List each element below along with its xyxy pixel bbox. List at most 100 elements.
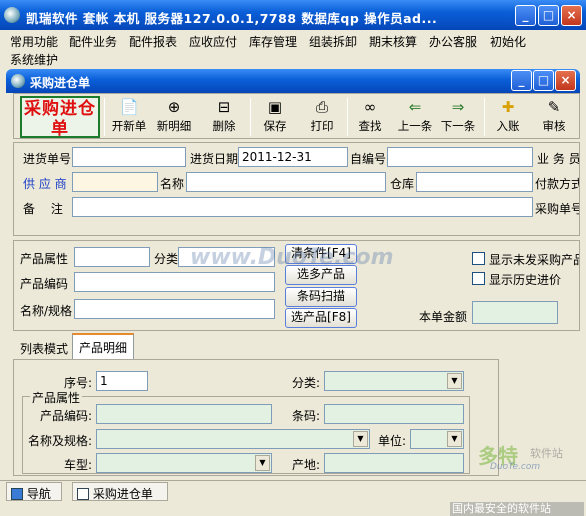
- save-button[interactable]: ▣ 保存: [255, 96, 295, 138]
- close-button[interactable]: ×: [561, 5, 582, 26]
- chevron-down-icon[interactable]: ▼: [447, 431, 462, 447]
- detail-name-spec-label: 名称及规格:: [28, 434, 93, 448]
- warehouse-field[interactable]: [416, 172, 533, 192]
- menu-inventory[interactable]: 库存管理: [249, 33, 297, 50]
- new-order-label: 开新单: [111, 119, 147, 133]
- new-detail-icon: ⊕: [167, 98, 181, 116]
- header-form-panel: 进货单号 进货日期 2011-12-31 自编号 业 务 员 供 应 商 名称 …: [13, 142, 580, 236]
- barcode-label: 条码:: [292, 409, 321, 423]
- post-button[interactable]: ✚ 入账: [490, 96, 526, 138]
- nav-tab-label: 导航: [26, 487, 51, 501]
- remark-field[interactable]: [72, 197, 533, 217]
- filter-attr-label: 产品属性: [20, 252, 69, 266]
- detail-category-select[interactable]: ▼: [324, 371, 464, 391]
- binoculars-icon: ∞: [363, 98, 377, 116]
- product-attr-group-label: 产品属性: [30, 389, 83, 406]
- date-field[interactable]: 2011-12-31: [238, 147, 348, 167]
- delete-label: 删除: [212, 119, 236, 133]
- next-button[interactable]: ⇒ 下一条: [436, 96, 480, 138]
- warehouse-label: 仓库: [390, 177, 415, 191]
- maximize-button[interactable]: □: [538, 5, 559, 26]
- app-title: 凯瑞软件 套帐 本机 服务器127.0.0.1,7788 数据库qp 操作员ad…: [26, 11, 438, 26]
- supplier-field[interactable]: [72, 172, 158, 192]
- brand-sub-watermark: 软件站: [530, 447, 563, 460]
- new-doc-icon: 📄: [120, 98, 139, 116]
- menu-system[interactable]: 系统维护: [10, 51, 58, 68]
- new-detail-button[interactable]: ⊕ 新明细: [152, 96, 196, 138]
- toolbar-separator: [484, 98, 485, 136]
- new-detail-label: 新明细: [156, 119, 192, 133]
- brand-url-watermark: DuoTe.com: [490, 462, 541, 472]
- name-field[interactable]: [186, 172, 386, 192]
- chevron-down-icon[interactable]: ▼: [255, 455, 270, 471]
- child-minimize-button[interactable]: _: [511, 70, 532, 91]
- menu-parts-report[interactable]: 配件报表: [129, 33, 177, 50]
- delete-button[interactable]: ⊟ 删除: [204, 96, 244, 138]
- chevron-down-icon[interactable]: ▼: [353, 431, 368, 447]
- filter-category-label: 分类: [154, 252, 179, 266]
- unit-select[interactable]: ▼: [410, 429, 464, 449]
- child-close-button[interactable]: ×: [555, 70, 576, 91]
- origin-label: 产地:: [292, 458, 321, 472]
- purchase-order-label: 采购单号: [535, 202, 579, 216]
- next-label: 下一条: [440, 119, 476, 133]
- tab-product-detail[interactable]: 产品明细: [72, 333, 134, 359]
- order-no-field[interactable]: [72, 147, 186, 167]
- filter-code-field[interactable]: [74, 272, 275, 292]
- origin-field[interactable]: [324, 453, 464, 473]
- window-icon: [77, 488, 89, 500]
- audit-button[interactable]: ✎ 审核: [536, 96, 572, 138]
- amount-label: 本单金额: [419, 310, 468, 324]
- slogan-watermark: 国内最安全的软件站: [450, 502, 584, 516]
- salesman-label: 业 务 员: [537, 152, 579, 166]
- delete-icon: ⊟: [217, 98, 231, 116]
- nav-icon: [11, 488, 23, 500]
- model-select[interactable]: ▼: [96, 453, 272, 473]
- seq-field[interactable]: 1: [96, 371, 148, 391]
- menu-parts-business[interactable]: 配件业务: [69, 33, 117, 50]
- find-button[interactable]: ∞ 查找: [350, 96, 390, 138]
- menu-period-end[interactable]: 期末核算: [369, 33, 417, 50]
- menu-assembly[interactable]: 组装拆卸: [309, 33, 357, 50]
- minimize-button[interactable]: _: [515, 5, 536, 26]
- history-price-label: 显示历史进价: [489, 273, 562, 287]
- barcode-scan-button[interactable]: 条码扫描: [285, 287, 357, 307]
- filter-name-spec-label: 名称/规格: [20, 304, 73, 318]
- select-product-button[interactable]: 选产品[F8]: [285, 308, 357, 328]
- barcode-field[interactable]: [324, 404, 464, 424]
- child-window-titlebar: 采购进仓单 _ □ ×: [6, 69, 580, 93]
- menu-office[interactable]: 办公客服: [429, 33, 477, 50]
- detail-panel: 序号: 1 分类: ▼ 产品属性 产品编码: 条码: 名称及规格: ▼ 单位: …: [13, 359, 499, 476]
- menu-common[interactable]: 常用功能: [10, 33, 58, 50]
- post-icon: ✚: [501, 98, 515, 116]
- child-maximize-button[interactable]: □: [533, 70, 554, 91]
- filter-attr-field[interactable]: [74, 247, 150, 267]
- detail-code-field[interactable]: [96, 404, 272, 424]
- history-price-checkbox[interactable]: [472, 272, 485, 285]
- doc-tab[interactable]: 采购进仓单: [72, 482, 168, 501]
- date-label: 进货日期: [190, 152, 239, 166]
- unshipped-checkbox[interactable]: [472, 252, 485, 265]
- model-label: 车型:: [64, 458, 93, 472]
- audit-icon: ✎: [547, 98, 561, 116]
- new-order-button[interactable]: 📄 开新单: [109, 96, 149, 138]
- child-window-icon: [11, 74, 25, 88]
- menu-init[interactable]: 初始化: [490, 33, 526, 50]
- filter-name-spec-field[interactable]: [74, 299, 275, 319]
- chevron-down-icon[interactable]: ▼: [447, 373, 462, 389]
- amount-field: [472, 301, 558, 324]
- prev-button[interactable]: ⇐ 上一条: [393, 96, 437, 138]
- detail-name-spec-select[interactable]: ▼: [96, 429, 370, 449]
- menu-receivable-payable[interactable]: 应收应付: [189, 33, 237, 50]
- print-button[interactable]: ⎙ 打印: [302, 96, 342, 138]
- tab-list-mode[interactable]: 列表模式: [20, 340, 68, 357]
- name-label: 名称: [160, 177, 185, 191]
- detail-category-label: 分类:: [292, 376, 321, 390]
- nav-tab[interactable]: 导航: [6, 482, 62, 501]
- self-no-field[interactable]: [387, 147, 533, 167]
- supplier-label[interactable]: 供 应 商: [23, 175, 67, 192]
- toolbar-separator: [104, 98, 105, 136]
- detail-code-label: 产品编码:: [40, 409, 93, 423]
- status-bar: 导航 采购进仓单: [0, 480, 586, 502]
- site-watermark: www.DuoTe.com: [190, 245, 394, 270]
